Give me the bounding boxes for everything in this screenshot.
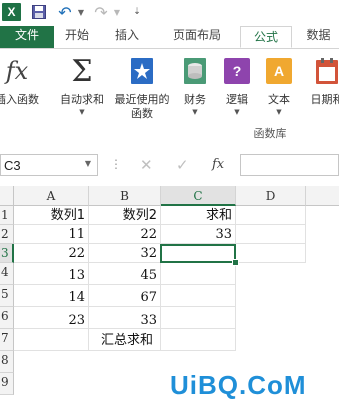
customize-quick-access-icon[interactable]: ⇣ [130,3,144,21]
insert-function-icon[interactable]: fx [212,157,224,172]
cell-b4[interactable]: 45 [89,263,161,285]
row-header-6[interactable]: 6 [0,307,14,329]
title-bar: X ↶ ▼ ↷ ▼ ⇣ [0,0,339,26]
cell-b6[interactable]: 33 [89,307,161,329]
ribbon-formulas: fx 插入函数 Σ 自动求和 ▼ 最近使用的 函数 财务 ▼ ? 逻辑 ▼ A … [0,49,339,144]
redo-icon[interactable]: ↷ [92,3,110,22]
column-header-b[interactable]: B [89,186,161,206]
name-box-value: C3 [4,158,21,173]
tab-home[interactable]: 开始 [54,26,100,48]
tab-page-layout[interactable]: 页面布局 [160,26,234,48]
row-header-1[interactable]: 1 [0,206,14,225]
star-book-icon [110,55,174,87]
save-icon[interactable] [30,3,48,21]
row-header-7[interactable]: 7 [0,329,14,351]
row-header-4[interactable]: 4 [0,263,14,285]
cell-b2[interactable]: 22 [89,225,161,244]
chevron-down-icon: ▼ [234,108,240,116]
column-header-a[interactable]: A [14,186,89,206]
cell-a5[interactable]: 14 [14,285,89,307]
chevron-down-icon: ▼ [276,108,282,116]
tab-data[interactable]: 数据 [298,26,339,48]
chevron-down-icon[interactable]: ▼ [85,159,91,168]
column-header-e[interactable] [306,186,339,206]
cell-a2[interactable]: 11 [14,225,89,244]
logical-button[interactable]: ? 逻辑 ▼ [220,55,254,117]
date-time-label: 日期和 [310,93,339,106]
cell-c2[interactable]: 33 [161,225,236,244]
logical-icon: ? [224,58,250,84]
tab-insert[interactable]: 插入 [104,26,150,48]
row-header-3[interactable]: 3 [0,244,14,263]
tab-file[interactable]: 文件 [0,26,54,48]
financial-label: 财务 [184,93,206,106]
insert-function-label: 插入函数 [0,93,39,106]
text-label: 文本 [268,93,290,106]
text-icon: A [266,58,292,84]
excel-logo-icon: X [2,3,21,21]
autosum-label: 自动求和 [60,93,104,106]
chevron-down-icon: ▼ [79,108,85,116]
recently-used-label: 最近使用的 [114,93,170,106]
cell-d2[interactable] [236,225,306,244]
function-icon: fx [5,57,29,85]
cell-a4[interactable]: 13 [14,263,89,285]
cell-c4[interactable] [161,263,236,285]
cell-d3[interactable] [236,244,306,263]
cell-b5[interactable]: 67 [89,285,161,307]
cell-c3[interactable] [161,244,236,263]
undo-icon[interactable]: ↶ [56,3,74,22]
watermark-text: UiBQ.CoM [170,370,307,400]
cell-c5[interactable] [161,285,236,307]
row-header-9[interactable]: 9 [0,373,14,395]
logical-label: 逻辑 [226,93,248,106]
cell-a7[interactable] [14,329,89,351]
cell-c6[interactable] [161,307,236,329]
cell-a6[interactable]: 23 [14,307,89,329]
date-time-button[interactable]: 日期和 [302,55,339,107]
financial-icon [176,55,214,87]
ribbon-tabs: 文件 开始 插入 页面布局 公式 数据 [0,26,339,49]
cell-a3[interactable]: 22 [14,244,89,263]
formula-bar: C3 ▼ ⋮ ✕ ✓ fx [0,143,339,187]
recently-used-label-2: 函数 [131,107,153,120]
financial-button[interactable]: 财务 ▼ [176,55,214,117]
cell-c1[interactable]: 求和 [161,206,236,225]
select-all-corner[interactable] [0,186,14,206]
recently-used-button[interactable]: 最近使用的 函数 [110,55,174,121]
column-header-d[interactable]: D [236,186,306,206]
cell-b1[interactable]: 数列2 [89,206,161,225]
undo-dropdown-icon[interactable]: ▼ [76,3,86,21]
chevron-down-icon: ▼ [192,108,198,116]
enter-check-icon[interactable]: ✓ [176,156,189,174]
row-header-2[interactable]: 2 [0,225,14,244]
redo-dropdown-icon[interactable]: ▼ [112,3,122,21]
name-box[interactable]: C3 ▼ [0,154,98,176]
calendar-icon [302,55,339,87]
cell-b7[interactable]: 汇总求和 [89,329,161,351]
tab-formulas[interactable]: 公式 [240,26,292,48]
formula-bar-separator-icon: ⋮ [110,157,122,171]
cell-a1[interactable]: 数列1 [14,206,89,225]
cell-c7[interactable] [161,329,236,351]
cell-b3[interactable]: 32 [89,244,161,263]
cell-d1[interactable] [236,206,306,225]
row-header-5[interactable]: 5 [0,285,14,307]
cancel-icon[interactable]: ✕ [140,156,153,174]
function-library-group-label: 函数库 [253,127,287,140]
row-header-8[interactable]: 8 [0,351,14,373]
sigma-icon: Σ [71,53,93,89]
formula-input[interactable] [240,154,339,176]
insert-function-button[interactable]: fx 插入函数 [0,55,44,107]
fill-handle[interactable] [232,259,239,266]
column-header-c[interactable]: C [161,186,236,206]
text-button[interactable]: A 文本 ▼ [262,55,296,117]
autosum-button[interactable]: Σ 自动求和 ▼ [56,53,108,117]
